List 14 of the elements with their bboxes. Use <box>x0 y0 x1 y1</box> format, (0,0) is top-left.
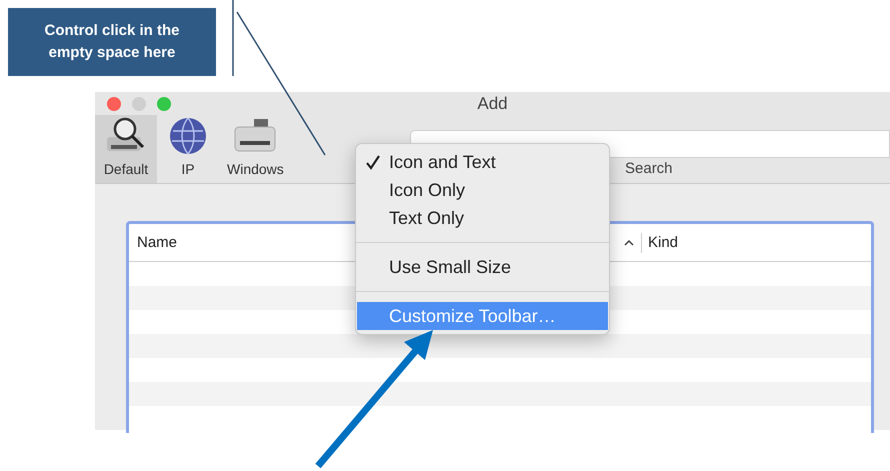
column-header[interactable]: Kind <box>648 234 678 251</box>
window-title: Add <box>477 94 508 114</box>
toolbar-item[interactable]: Default <box>95 115 157 183</box>
zoom-button[interactable] <box>157 96 171 110</box>
toolbar-item[interactable]: IP <box>157 115 219 183</box>
toolbar-item[interactable]: Windows <box>219 115 292 183</box>
callout-box: Control click in the empty space here <box>8 8 216 76</box>
menu-item[interactable]: Use Small Size <box>357 253 608 281</box>
menu-item[interactable]: Text Only <box>357 204 608 232</box>
close-button[interactable] <box>107 96 121 110</box>
sort-chevron-icon <box>623 238 635 246</box>
menu-item[interactable]: Icon and Text <box>357 148 608 176</box>
menu-item[interactable]: Icon Only <box>357 176 608 204</box>
search-label: Search <box>625 160 673 177</box>
